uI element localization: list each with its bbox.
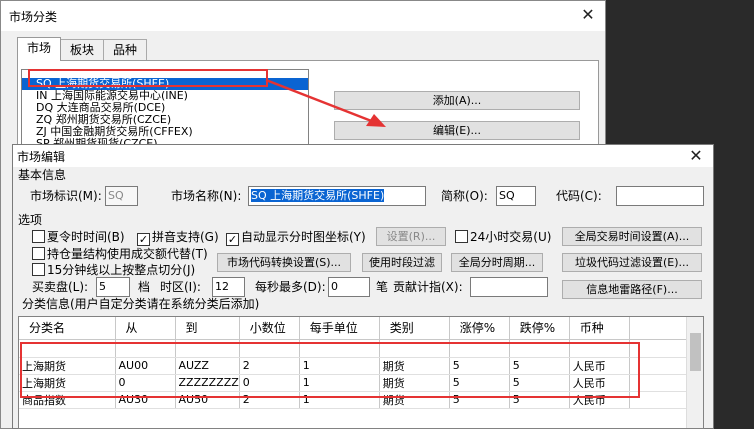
col-limit-down[interactable]: 跌停%	[509, 317, 570, 340]
col-limit-up[interactable]: 涨停%	[449, 317, 510, 340]
global-trading-time-button[interactable]: 全局交易时间设置(A)...	[562, 227, 702, 246]
tab-market[interactable]: 市场	[17, 37, 62, 61]
settings-button[interactable]: 设置(R)...	[376, 227, 446, 246]
pinyin-label: 拼音支持(G)	[152, 230, 219, 244]
col-type[interactable]: 类别	[379, 317, 450, 340]
section-basic-info: 基本信息	[18, 168, 67, 182]
contribution-field[interactable]	[470, 277, 548, 297]
checkbox-box	[32, 230, 45, 243]
code-field[interactable]	[616, 186, 704, 206]
code-label: 代码(C):	[556, 189, 602, 203]
info-mine-path-button[interactable]: 信息地雷路径(F)...	[562, 280, 702, 299]
dialog-title: 市场编辑	[17, 149, 66, 164]
checkbox-box	[32, 247, 45, 260]
junk-filter-button[interactable]: 垃圾代码过滤设置(E)...	[562, 253, 702, 272]
market-name-value: SQ 上海期货交易所(SHFE)	[251, 189, 385, 202]
tab-sector[interactable]: 板块	[60, 39, 105, 61]
highlight-box	[28, 69, 268, 87]
24h-label: 24小时交易(U)	[470, 230, 552, 244]
window-title: 市场分类	[9, 9, 58, 24]
tab-variety[interactable]: 品种	[103, 39, 148, 61]
max-per-sec-field[interactable]: 0	[328, 277, 370, 297]
col-from[interactable]: 从	[115, 317, 176, 340]
category-info-label: 分类信息(用户自定分类请在系统分类后添加)	[22, 297, 260, 311]
max-per-sec-label: 每秒最多(D):	[255, 280, 326, 294]
col-decimals[interactable]: 小数位	[239, 317, 300, 340]
market-id-field[interactable]: SQ	[105, 186, 138, 206]
24h-checkbox[interactable]: 24小时交易(U)	[455, 227, 551, 247]
auto-coord-label: 自动显示分时图坐标(Y)	[241, 230, 366, 244]
short-name-field[interactable]: SQ	[496, 186, 536, 206]
market-name-label: 市场名称(N):	[171, 189, 242, 203]
time-filter-button[interactable]: 使用时段过滤	[362, 253, 442, 272]
checkbox-box	[32, 263, 45, 276]
scrollbar-thumb[interactable]	[690, 333, 701, 371]
max-per-sec-unit: 笔	[376, 280, 389, 294]
market-id-label: 市场标识(M):	[30, 189, 102, 203]
position-label: 持仓量结构使用成交额代替(T)	[47, 247, 208, 261]
col-filler	[629, 317, 692, 340]
col-category-name[interactable]: 分类名	[19, 317, 116, 340]
window-titlebar: 市场分类	[1, 1, 605, 31]
market-name-field[interactable]: SQ 上海期货交易所(SHFE)	[248, 186, 426, 206]
table-header-row: 分类名 从 到 小数位 每手单位 类别 涨停% 跌停% 币种	[19, 317, 692, 340]
code-convert-button[interactable]: 市场代码转换设置(S)...	[217, 253, 351, 272]
col-currency[interactable]: 币种	[569, 317, 630, 340]
global-period-button[interactable]: 全局分时周期...	[451, 253, 543, 272]
15min-label: 15分钟线以上按整点切分(J)	[47, 263, 196, 277]
checkbox-box	[455, 230, 468, 243]
contribution-label: 贡献计指(X):	[393, 280, 463, 294]
close-icon[interactable]: ✕	[579, 6, 597, 24]
dialog-close-icon[interactable]: ✕	[687, 147, 705, 165]
short-name-label: 简称(O):	[441, 189, 488, 203]
arrow-icon	[265, 78, 386, 127]
dst-label: 夏令时时间(B)	[47, 230, 125, 244]
dialog-titlebar: 市场编辑	[13, 145, 713, 167]
checkmark-icon: ✓	[226, 233, 239, 246]
rows-highlight-box	[20, 342, 640, 398]
col-to[interactable]: 到	[175, 317, 240, 340]
auto-coord-checkbox[interactable]: ✓ 自动显示分时图坐标(Y)	[226, 227, 366, 247]
tab-bar: 市场 板块 品种	[17, 37, 148, 61]
table-scrollbar[interactable]	[686, 317, 703, 428]
col-lot-unit[interactable]: 每手单位	[299, 317, 380, 340]
